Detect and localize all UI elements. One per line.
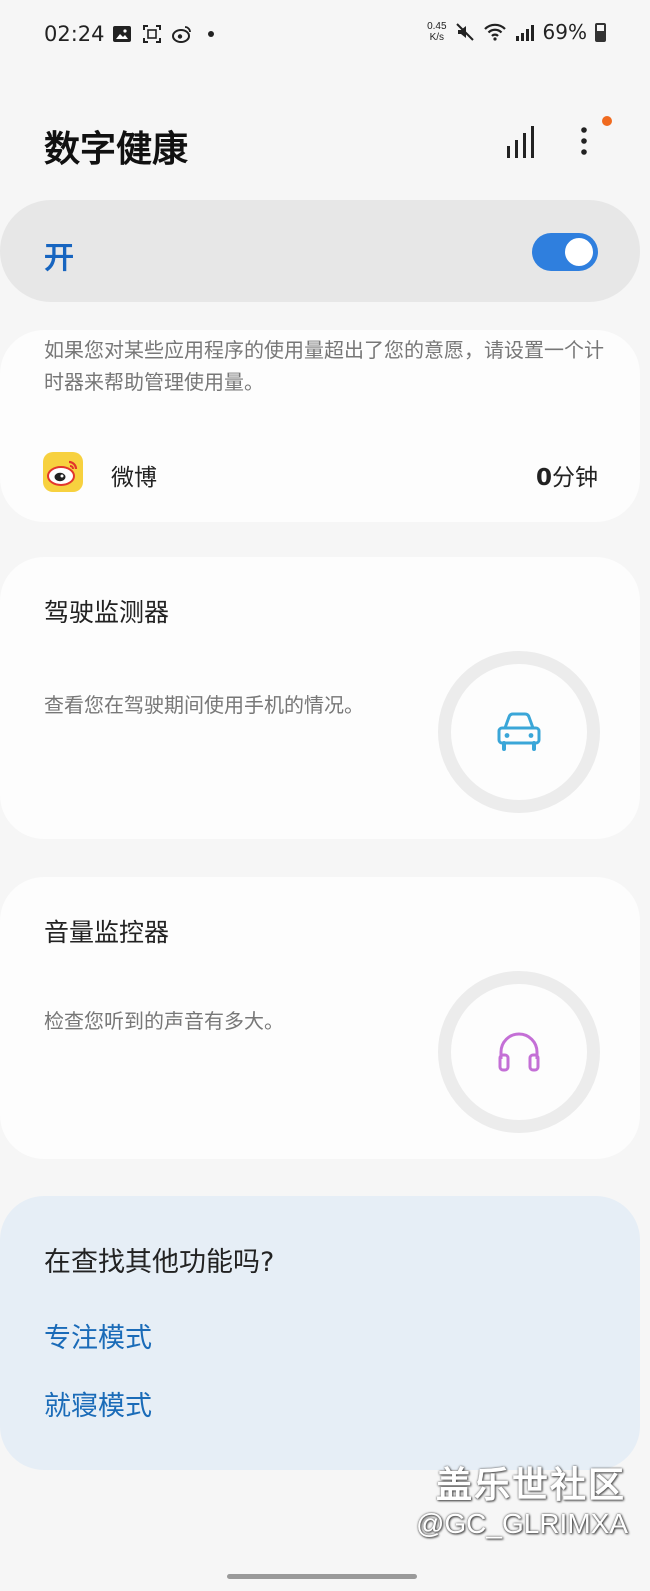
volume-monitor-description: 检查您听到的声音有多大。 xyxy=(44,1009,284,1033)
statistics-icon[interactable] xyxy=(506,124,536,158)
driving-monitor-ring xyxy=(438,651,600,813)
bedtime-mode-link[interactable]: 就寝模式 xyxy=(44,1384,152,1423)
status-right-icons: 0.45 K/s 69% xyxy=(427,20,606,44)
network-speed-value: 0.45 xyxy=(427,21,447,32)
headphones-icon xyxy=(498,1032,540,1072)
watermark-community: 盖乐世社区 xyxy=(435,1465,626,1506)
battery-icon xyxy=(595,22,606,42)
app-timer-description: 如果您对某些应用程序的使用量超出了您的意愿，请设置一个计时器来帮助管理使用量。 xyxy=(44,338,604,394)
app-usage-unit: 分钟 xyxy=(552,465,598,491)
gallery-icon xyxy=(113,26,131,42)
app-timer-card: 如果您对某些应用程序的使用量超出了您的意愿，请设置一个计时器来帮助管理使用量。 … xyxy=(0,330,640,522)
app-usage-value: 0 xyxy=(535,465,552,491)
car-icon xyxy=(497,712,541,751)
more-features-title: 在查找其他功能吗? xyxy=(44,1247,275,1278)
master-switch[interactable] xyxy=(532,233,598,271)
network-speed-unit: K/s xyxy=(429,32,445,43)
notification-more-dot xyxy=(208,31,214,37)
weibo-app-icon xyxy=(43,452,83,492)
digital-wellbeing-master-toggle[interactable]: 开 xyxy=(0,200,640,302)
more-options-icon[interactable] xyxy=(572,122,596,162)
volume-monitor-ring xyxy=(438,971,600,1133)
status-time: 02:24 xyxy=(44,22,105,46)
gesture-nav-handle[interactable] xyxy=(227,1574,417,1579)
battery-percent: 69% xyxy=(542,20,587,44)
watermark-handle: @GC_GLRIMXA xyxy=(415,1508,628,1539)
app-usage-time: 0分钟 xyxy=(536,458,598,492)
cellular-signal-icon xyxy=(515,25,534,41)
driving-monitor-description: 查看您在驾驶期间使用手机的情况。 xyxy=(44,693,364,717)
switch-knob xyxy=(563,236,595,268)
driving-monitor-card[interactable]: 驾驶监测器 查看您在驾驶期间使用手机的情况。 xyxy=(0,557,640,839)
mute-icon xyxy=(455,23,474,41)
master-toggle-label: 开 xyxy=(44,241,74,276)
screenshot-icon xyxy=(143,25,161,43)
status-left-icons xyxy=(112,24,214,44)
app-timer-row-weibo[interactable]: 微博 0分钟 xyxy=(0,440,640,504)
volume-monitor-card[interactable]: 音量监控器 检查您听到的声音有多大。 xyxy=(0,877,640,1159)
more-features-card: 在查找其他功能吗? 专注模式 就寝模式 xyxy=(0,1196,640,1470)
page-title: 数字健康 xyxy=(44,129,189,170)
status-bar: 02:24 0.45 K/s 69% xyxy=(0,0,650,72)
volume-monitor-title: 音量监控器 xyxy=(44,918,170,947)
notification-badge xyxy=(602,116,612,126)
wifi-icon xyxy=(483,23,506,41)
focus-mode-link[interactable]: 专注模式 xyxy=(44,1316,152,1355)
driving-monitor-title: 驾驶监测器 xyxy=(44,598,170,627)
network-speed: 0.45 K/s xyxy=(427,21,446,43)
weibo-status-icon xyxy=(172,26,191,43)
app-name: 微博 xyxy=(111,465,157,491)
